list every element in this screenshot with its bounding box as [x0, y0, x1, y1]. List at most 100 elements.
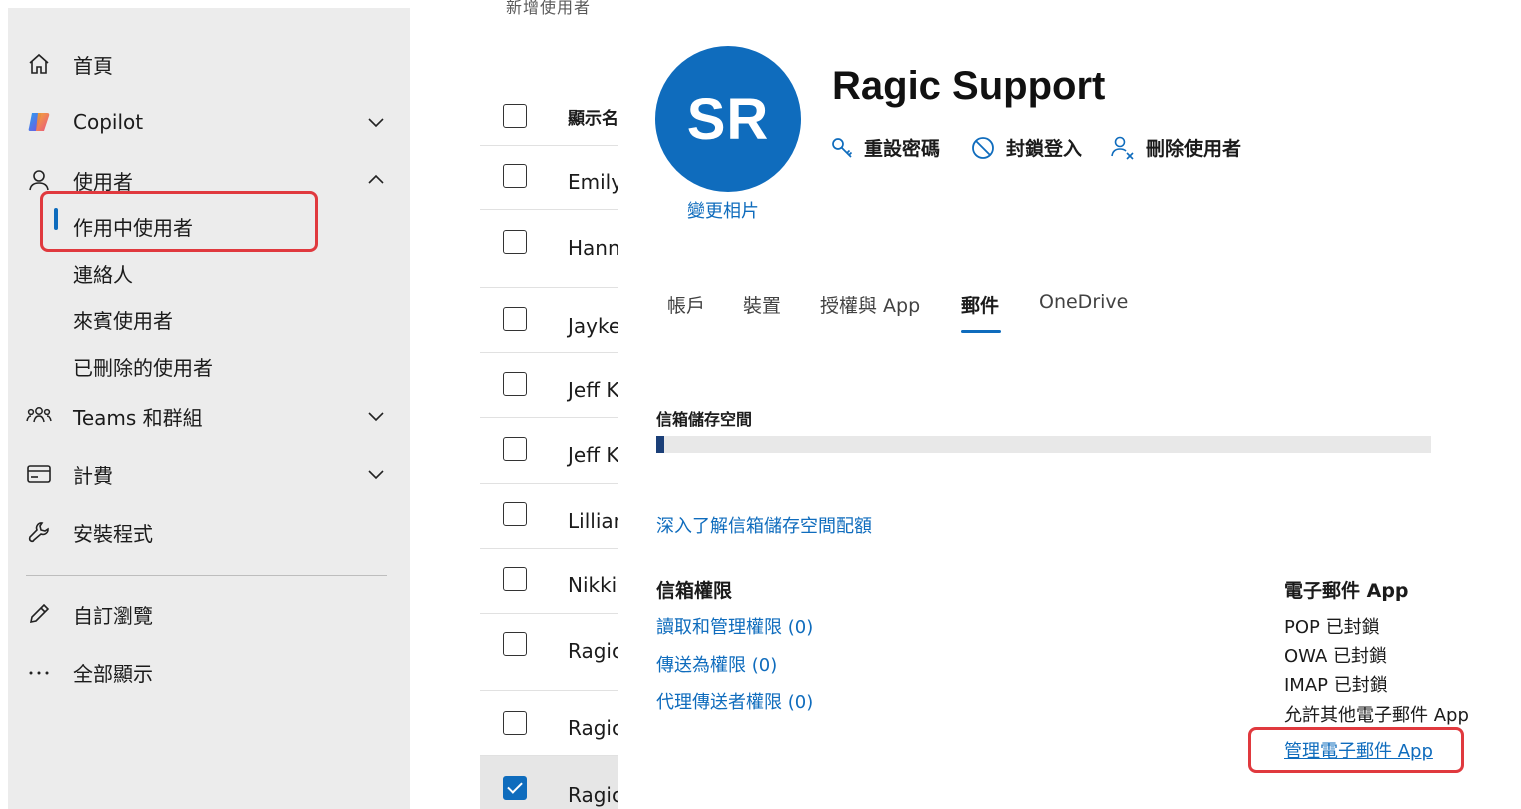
user-display-name[interactable]: Ragic [568, 783, 618, 807]
select-all-checkbox[interactable] [503, 104, 527, 128]
sidebar: 首頁 Copilot 使用者 作用中使用者 連絡人 來賓使用者 已刪除的使用者 … [8, 8, 410, 809]
row-checkbox[interactable] [503, 567, 527, 591]
mailbox-permissions-heading: 信箱權限 [656, 580, 733, 602]
user-display-name[interactable]: Jeff K [568, 378, 618, 402]
reset-password-button[interactable]: 重設密碼 [830, 134, 940, 161]
table-row[interactable]: Jeff K [480, 353, 618, 418]
sidebar-item-contacts[interactable]: 連絡人 [73, 259, 133, 288]
action-label: 重設密碼 [864, 138, 941, 160]
sidebar-item-guest-users[interactable]: 來賓使用者 [73, 305, 173, 334]
delete-user-button[interactable]: 刪除使用者 [1110, 134, 1241, 161]
user-icon [26, 167, 52, 193]
avatar: SR [655, 46, 801, 192]
block-sign-in-button[interactable]: 封鎖登入 [970, 134, 1082, 161]
email-app-status: OWA 已封鎖 [1284, 646, 1388, 667]
copilot-icon [26, 109, 52, 135]
row-checkbox[interactable] [503, 307, 527, 331]
learn-more-storage-link[interactable]: 深入了解信箱儲存空間配額 [656, 512, 872, 538]
sidebar-item-show-all[interactable]: 全部顯示 [8, 650, 410, 694]
table-row[interactable]: Jeff K [480, 418, 618, 484]
sidebar-item-label: Copilot [73, 110, 144, 134]
table-row[interactable]: Nikki [480, 549, 618, 614]
send-on-behalf-permission-link[interactable]: 代理傳送者權限 (0) [656, 688, 813, 714]
sidebar-item-label: 首頁 [73, 53, 113, 78]
row-checkbox-checked[interactable] [503, 776, 527, 800]
mailbox-storage-label: 信箱儲存空間 [656, 410, 753, 429]
chevron-up-icon[interactable] [365, 169, 387, 191]
sidebar-item-deleted-users[interactable]: 已刪除的使用者 [73, 352, 213, 381]
sidebar-item-label: 計費 [73, 463, 113, 488]
tab-licenses-apps[interactable]: 授權與 App [820, 291, 920, 318]
more-icon [26, 659, 52, 685]
highlight-manage-email-apps [1248, 727, 1464, 773]
send-as-permission-link[interactable]: 傳送為權限 (0) [656, 651, 777, 677]
delete-user-icon [1111, 136, 1134, 160]
chevron-down-icon[interactable] [365, 463, 387, 485]
email-app-status: POP 已封鎖 [1284, 617, 1380, 638]
row-checkbox[interactable] [503, 437, 527, 461]
user-list: 新增使用者 顯示名 Emily Hann Jayke Jeff K Jeff K… [480, 0, 618, 809]
block-icon [972, 136, 994, 159]
row-checkbox[interactable] [503, 632, 527, 656]
home-icon [26, 51, 52, 77]
tab-onedrive[interactable]: OneDrive [1039, 291, 1128, 313]
pencil-icon [26, 601, 52, 627]
row-checkbox[interactable] [503, 711, 527, 735]
table-row[interactable]: Lillian [480, 484, 618, 549]
sidebar-item-label: 自訂瀏覽 [73, 603, 153, 628]
row-checkbox[interactable] [503, 502, 527, 526]
row-checkbox[interactable] [503, 164, 527, 188]
wrench-icon [26, 519, 52, 545]
sidebar-item-label: 安裝程式 [73, 521, 153, 546]
mailbox-storage-fill [656, 436, 664, 453]
chevron-down-icon[interactable] [365, 111, 387, 133]
table-header-row: 顯示名 [480, 90, 618, 146]
table-row[interactable]: Hann [480, 210, 618, 288]
read-manage-permission-link[interactable]: 讀取和管理權限 (0) [656, 613, 813, 639]
user-display-name[interactable]: Hann [568, 236, 618, 260]
sidebar-item-teams[interactable]: Teams 和群組 [8, 394, 410, 438]
billing-icon [26, 461, 52, 487]
user-display-name[interactable]: Jayke [568, 314, 618, 338]
sidebar-item-copilot[interactable]: Copilot [8, 100, 410, 144]
sidebar-item-setup[interactable]: 安裝程式 [8, 510, 410, 554]
table-row[interactable]: Ragic [480, 614, 618, 691]
sidebar-divider [26, 575, 387, 576]
user-display-name[interactable]: Nikki [568, 573, 617, 597]
user-display-name[interactable]: Ragic [568, 639, 618, 663]
key-icon [832, 137, 853, 158]
change-photo-link[interactable]: 變更相片 [687, 197, 759, 223]
user-display-name[interactable]: Lillian [568, 509, 618, 533]
table-row[interactable]: Ragic [480, 691, 618, 756]
tab-devices[interactable]: 裝置 [743, 291, 781, 318]
email-apps-heading: 電子郵件 App [1284, 580, 1409, 602]
table-row-selected[interactable]: Ragic [480, 756, 618, 809]
column-header-display-name[interactable]: 顯示名 [568, 104, 618, 129]
teams-icon [26, 403, 52, 429]
email-app-status: 允許其他電子郵件 App [1284, 705, 1469, 726]
chevron-down-icon[interactable] [365, 405, 387, 427]
highlight-active-users [40, 191, 318, 252]
user-display-name[interactable]: Jeff K [568, 443, 618, 467]
sidebar-item-home[interactable]: 首頁 [8, 42, 410, 86]
tab-active-indicator [961, 330, 1001, 333]
sidebar-item-label: Teams 和群組 [73, 405, 203, 430]
tab-mail[interactable]: 郵件 [961, 291, 999, 318]
table-row[interactable]: Jayke [480, 288, 618, 353]
user-display-name[interactable]: Ragic [568, 716, 618, 740]
action-label: 封鎖登入 [1006, 138, 1083, 160]
sidebar-item-customize[interactable]: 自訂瀏覽 [8, 592, 410, 636]
action-label: 刪除使用者 [1146, 138, 1242, 160]
email-app-status: IMAP 已封鎖 [1284, 675, 1388, 696]
row-checkbox[interactable] [503, 372, 527, 396]
user-display-name-title: Ragic Support [832, 64, 1106, 108]
add-user-button[interactable]: 新增使用者 [506, 0, 591, 18]
tab-account[interactable]: 帳戶 [667, 291, 705, 318]
mailbox-storage-bar [656, 436, 1431, 453]
row-checkbox[interactable] [503, 230, 527, 254]
user-display-name[interactable]: Emily [568, 170, 618, 194]
app-root: 首頁 Copilot 使用者 作用中使用者 連絡人 來賓使用者 已刪除的使用者 … [0, 0, 1521, 809]
table-row[interactable]: Emily [480, 146, 618, 210]
sidebar-item-label: 全部顯示 [73, 661, 153, 686]
sidebar-item-billing[interactable]: 計費 [8, 452, 410, 496]
